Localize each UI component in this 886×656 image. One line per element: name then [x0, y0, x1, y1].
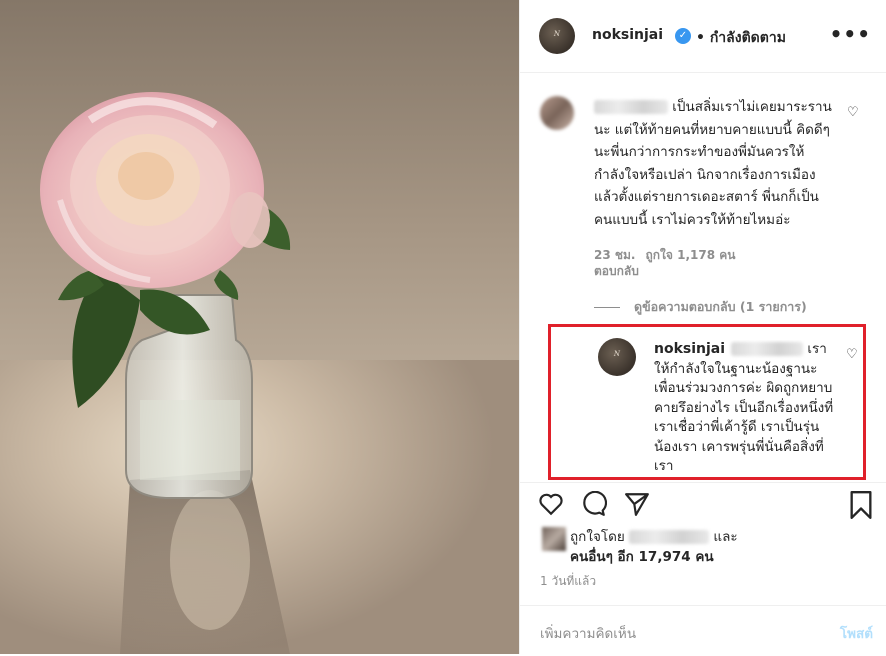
post-comment-button[interactable]: โพสต์ [840, 622, 873, 644]
instagram-post-modal: N noksinjai ✓ • กำลังติดตาม ••• เป็นสลิ่… [0, 0, 886, 654]
likes-count[interactable]: คนอื่นๆ อีก 17,974 คน [570, 549, 714, 565]
blurred-mention[interactable] [731, 342, 804, 356]
paper-plane-icon[interactable] [624, 491, 650, 517]
reply-username[interactable]: noksinjai [654, 341, 725, 357]
comment-like-heart-icon[interactable]: ♡ [847, 105, 859, 120]
action-icons [538, 490, 662, 519]
liker-avatar[interactable] [542, 527, 566, 551]
likes-and: และ [713, 529, 738, 545]
view-replies-label: ดูข้อความตอบกลับ (1 รายการ) [634, 299, 807, 314]
post-actions-area: ถูกใจโดย และ คนอื่นๆ อีก 17,974 คน 1 วัน… [520, 482, 886, 655]
commenter-avatar[interactable] [540, 96, 574, 130]
bookmark-icon[interactable] [849, 491, 873, 519]
comment-text: เป็นสลิ่มเราไม่เคยมาระรานนะ แต่ให้ท้ายคน… [594, 96, 834, 231]
comment-likes[interactable]: ถูกใจ 1,178 คน [646, 247, 736, 263]
view-replies-link[interactable]: ดูข้อความตอบกลับ (1 รายการ) [594, 297, 807, 317]
verified-badge-icon: ✓ [675, 28, 691, 44]
divider [594, 307, 620, 308]
reply-button[interactable]: ตอบกลับ [594, 263, 639, 279]
likes-prefix: ถูกใจโดย [570, 529, 625, 545]
post-timestamp[interactable]: 1 วันที่แล้ว [540, 572, 596, 591]
post-photo[interactable] [0, 0, 519, 654]
likes-summary: ถูกใจโดย และ คนอื่นๆ อีก 17,974 คน [570, 527, 870, 567]
comment-time[interactable]: 23 ชม. [594, 247, 636, 263]
reply-text: noksinjai เราให้กำลังใจในฐานะน้องฐานะเพื… [654, 340, 834, 476]
more-options-icon[interactable]: ••• [830, 22, 871, 46]
post-header: N noksinjai ✓ • กำลังติดตาม ••• [520, 0, 886, 73]
reply-like-heart-icon[interactable]: ♡ [846, 347, 858, 362]
comment-meta: 23 ชม. ถูกใจ 1,178 คน ตอบกลับ [594, 247, 814, 279]
author-avatar[interactable]: N [539, 18, 575, 54]
blurred-liker-name[interactable] [629, 530, 710, 544]
reply-body: เราให้กำลังใจในฐานะน้องฐานะเพื่อนร่วมวงก… [654, 341, 834, 474]
author-username[interactable]: noksinjai [592, 27, 663, 43]
comment-bubble-icon[interactable] [581, 490, 608, 517]
rose-in-vase-illustration [40, 92, 291, 654]
comment-body: เป็นสลิ่มเราไม่เคยมาระรานนะ แต่ให้ท้ายคน… [594, 99, 832, 228]
comment-composer: เพิ่มความคิดเห็น โพสต์ [520, 605, 886, 656]
heart-icon[interactable] [538, 492, 564, 516]
post-sidebar: N noksinjai ✓ • กำลังติดตาม ••• เป็นสลิ่… [519, 0, 886, 654]
reply-author-avatar[interactable]: N [598, 338, 636, 376]
blurred-username[interactable] [594, 100, 668, 114]
comment-input[interactable]: เพิ่มความคิดเห็น [540, 622, 636, 644]
following-status[interactable]: • กำลังติดตาม [696, 27, 786, 49]
